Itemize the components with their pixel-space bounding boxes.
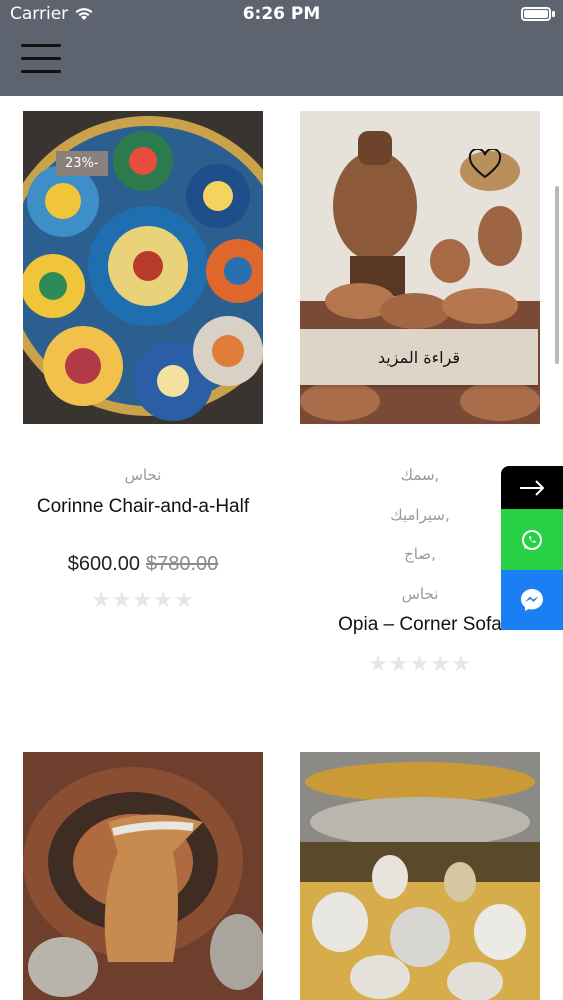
battery-icon xyxy=(521,7,551,21)
messenger-icon xyxy=(521,589,543,611)
menu-bar xyxy=(21,44,61,47)
whatsapp-button[interactable] xyxy=(501,509,563,570)
product-image-copper-jug[interactable] xyxy=(23,752,263,1000)
product-image-copper-set[interactable]: قراءة المزيد xyxy=(300,111,540,424)
current-price: $600.00 xyxy=(67,553,140,575)
product-price: $600.00 $780.00 xyxy=(23,553,263,576)
arrow-right-icon xyxy=(520,479,545,496)
menu-bar xyxy=(21,57,61,60)
discount-badge: 23%- xyxy=(56,151,108,176)
whatsapp-icon xyxy=(522,529,542,550)
messenger-button[interactable] xyxy=(501,570,563,630)
scrollbar[interactable] xyxy=(555,186,559,364)
rating-stars: ★★★★★ xyxy=(368,652,472,677)
read-more-button[interactable]: قراءة المزيد xyxy=(300,329,538,385)
old-price: $780.00 xyxy=(146,553,219,575)
hamburger-menu-button[interactable] xyxy=(21,44,61,78)
gold-tea-set-photo xyxy=(300,752,540,1000)
status-time: 6:26 PM xyxy=(242,4,321,24)
product-title[interactable]: Corinne Chair-and-a-Half xyxy=(23,494,263,519)
app-header: Carrier 6:26 PM xyxy=(0,0,563,96)
menu-bar xyxy=(21,70,61,73)
side-toggle-button[interactable] xyxy=(501,466,563,509)
product-image-gold-tea-set[interactable] xyxy=(300,752,540,1000)
rating-stars: ★★★★★ xyxy=(91,588,195,613)
product-image-ceramic-plates[interactable]: 23%- xyxy=(23,111,263,424)
wishlist-heart-icon[interactable] xyxy=(468,149,502,179)
battery-cap xyxy=(552,11,555,17)
product-category[interactable]: نحاس xyxy=(23,466,263,484)
copper-jug-photo xyxy=(23,752,263,1000)
